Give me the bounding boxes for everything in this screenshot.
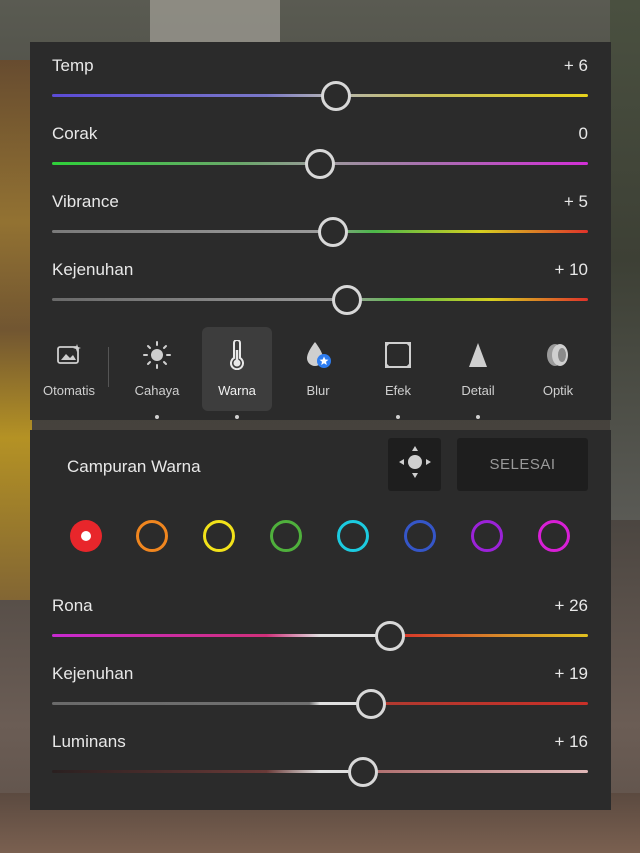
slider-temp[interactable]: Temp + 6 <box>52 42 588 111</box>
tool-color[interactable]: Warna <box>202 327 272 419</box>
swatch-yellow[interactable] <box>203 520 235 552</box>
slider-track[interactable] <box>52 702 588 705</box>
tool-label: Otomatis <box>42 383 95 398</box>
slider-value: 0 <box>578 124 588 143</box>
slider-value: + 10 <box>554 260 588 279</box>
slider-value: + 6 <box>563 56 588 75</box>
tool-label: Cahaya <box>134 383 180 398</box>
has-edits-dot <box>396 415 400 419</box>
targeted-adjust-button[interactable] <box>388 438 441 491</box>
divider <box>108 347 109 387</box>
slider-value: + 19 <box>554 664 588 683</box>
swatch-purple[interactable] <box>471 520 503 552</box>
slider-knob[interactable] <box>374 621 405 651</box>
color-mix-panel: Campuran Warna SELESAI Rona + 26 Kejenuh… <box>30 430 611 810</box>
auto-image-icon <box>34 341 104 369</box>
has-edits-dot <box>155 415 159 419</box>
adjustment-panel: Temp + 6 Corak 0 Vibrance + 5 Kejenuhan … <box>30 42 611 420</box>
slider-label: Temp <box>52 56 94 75</box>
slider-knob[interactable] <box>318 217 349 247</box>
tool-auto[interactable]: Otomatis <box>34 327 104 411</box>
slider-tint[interactable]: Corak 0 <box>52 110 588 179</box>
target-move-icon <box>398 445 432 484</box>
slider-label: Kejenuhan <box>52 260 134 279</box>
tool-bar: Otomatis Cahaya Warna Blur Efek Detail O… <box>30 327 611 420</box>
tool-effects[interactable]: Efek <box>363 327 433 419</box>
tool-optics[interactable]: Optik <box>523 327 593 411</box>
tool-blur[interactable]: Blur <box>283 327 353 411</box>
slider-knob[interactable] <box>321 81 352 111</box>
slider-label: Kejenuhan <box>52 664 134 683</box>
slider-label: Luminans <box>52 732 126 751</box>
swatch-red[interactable] <box>70 520 102 552</box>
slider-track[interactable] <box>52 634 588 637</box>
panel-title: Campuran Warna <box>67 457 201 476</box>
slider-track[interactable] <box>52 94 588 97</box>
tool-label: Blur <box>306 383 330 398</box>
slider-label: Vibrance <box>52 192 119 211</box>
slider-track[interactable] <box>52 770 588 773</box>
tool-label: Warna <box>218 383 256 398</box>
slider-value: + 26 <box>554 596 588 615</box>
slider-value: + 16 <box>554 732 588 751</box>
slider-label: Corak <box>52 124 98 143</box>
has-edits-dot <box>235 415 239 419</box>
slider-track[interactable] <box>52 298 588 301</box>
lens-icon <box>523 341 593 369</box>
drop-icon <box>283 341 353 369</box>
slider-hue[interactable]: Rona + 26 <box>52 582 588 651</box>
swatch-orange[interactable] <box>136 520 168 552</box>
slider-knob[interactable] <box>305 149 335 179</box>
swatch-aqua[interactable] <box>337 520 369 552</box>
tool-label: Efek <box>384 383 411 398</box>
slider-knob[interactable] <box>347 757 378 787</box>
vignette-icon <box>363 341 433 369</box>
triangle-icon <box>443 341 513 369</box>
slider-value: + 5 <box>563 192 588 211</box>
swatch-magenta[interactable] <box>538 520 570 552</box>
done-button[interactable]: SELESAI <box>457 438 588 491</box>
tool-label: Detail <box>461 383 495 398</box>
slider-knob[interactable] <box>331 285 362 315</box>
tool-detail[interactable]: Detail <box>443 327 513 419</box>
sun-icon <box>122 341 192 369</box>
slider-vibrance[interactable]: Vibrance + 5 <box>52 178 588 247</box>
swatch-green[interactable] <box>270 520 302 552</box>
swatch-blue[interactable] <box>404 520 436 552</box>
tool-light[interactable]: Cahaya <box>122 327 192 419</box>
slider-knob[interactable] <box>355 689 386 719</box>
has-edits-dot <box>476 415 480 419</box>
slider-mix-saturation[interactable]: Kejenuhan + 19 <box>52 650 588 719</box>
thermometer-icon <box>202 340 272 370</box>
slider-luminance[interactable]: Luminans + 16 <box>52 718 588 787</box>
slider-saturation[interactable]: Kejenuhan + 10 <box>52 246 588 315</box>
slider-label: Rona <box>52 596 93 615</box>
tool-label: Optik <box>542 383 574 398</box>
